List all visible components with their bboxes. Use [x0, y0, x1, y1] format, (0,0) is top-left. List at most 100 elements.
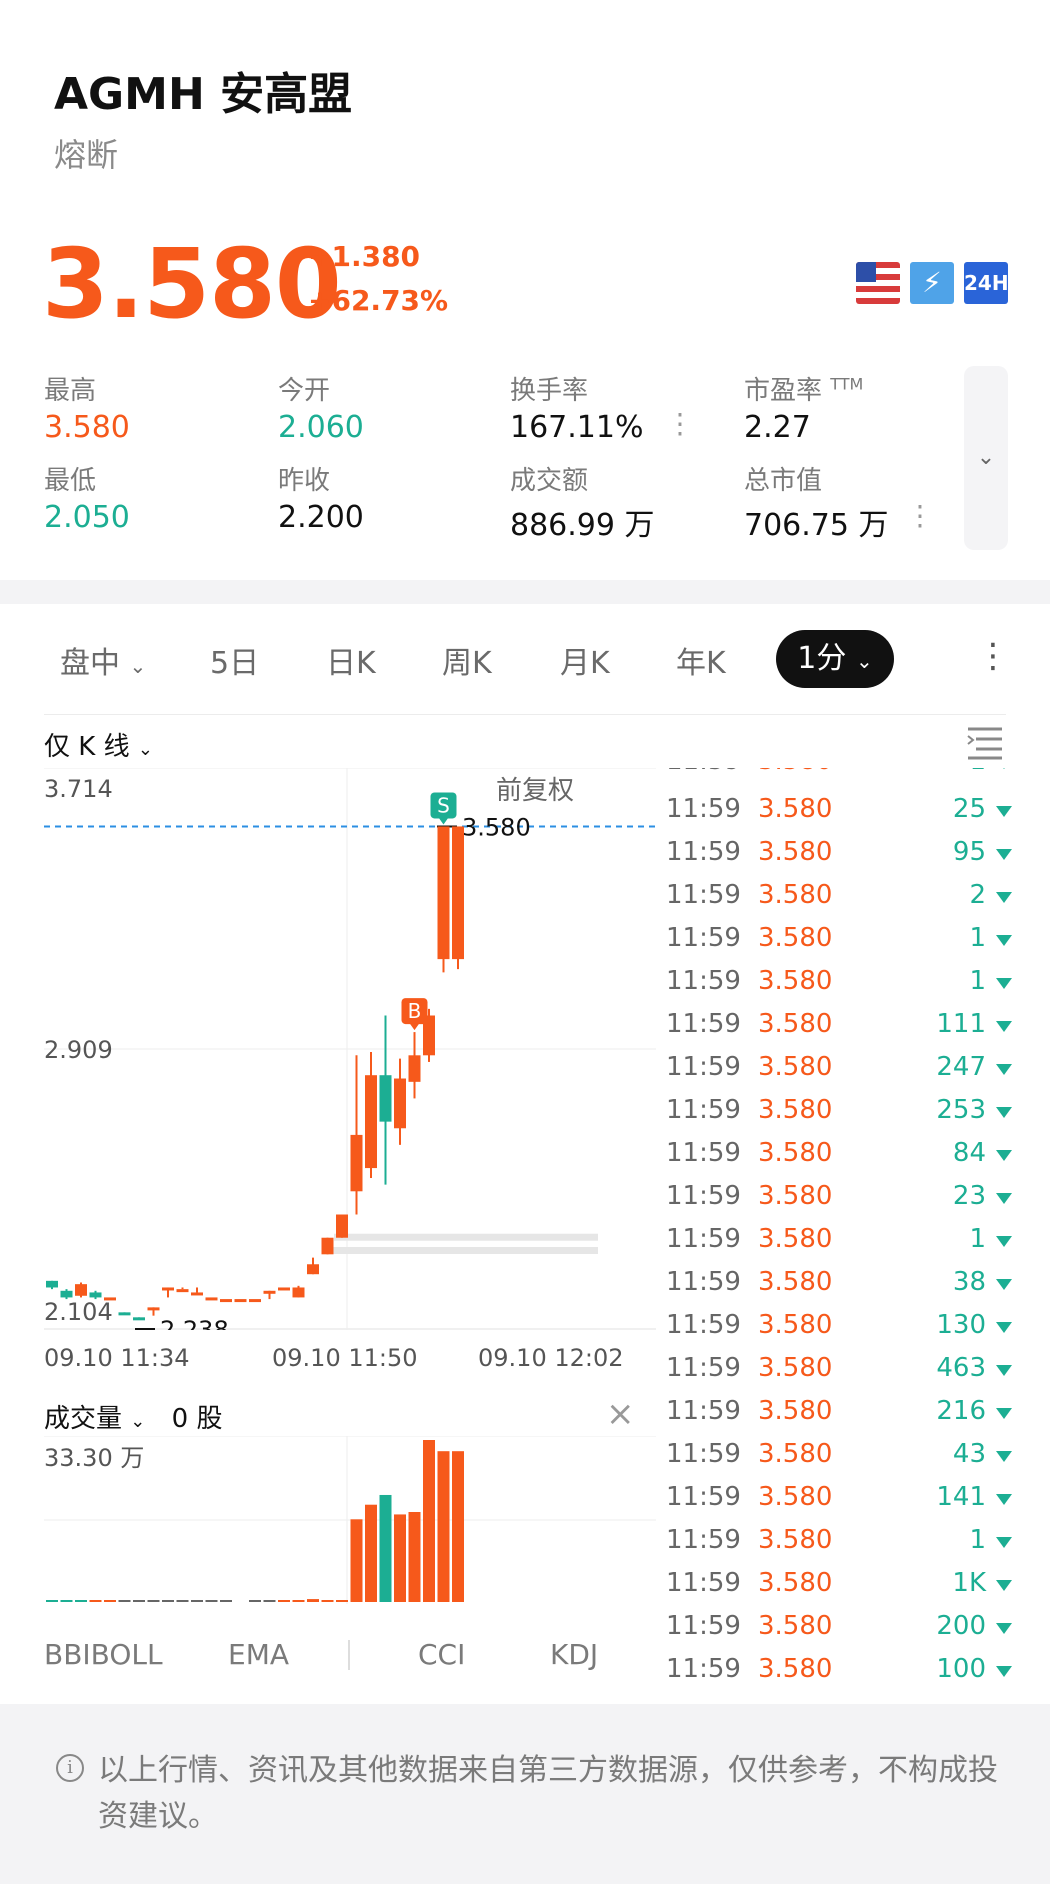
trade-volume: 95 [952, 837, 986, 867]
trade-time: 11:59 [666, 1654, 741, 1684]
x-tick-label: 09.10 11:34 [44, 1344, 190, 1372]
candle [263, 1290, 276, 1300]
indicator-ema[interactable]: EMA [228, 1638, 289, 1671]
candle [234, 1299, 247, 1303]
trade-tape[interactable]: 11:593.580111:593.5802511:593.5809511:59… [666, 768, 1016, 1688]
lightning-icon[interactable]: ⚡ [910, 262, 954, 304]
trade-row: 11:59 3.580 111 [666, 1009, 1016, 1049]
trade-price: 3.580 [758, 1138, 833, 1168]
down-triangle-icon [996, 978, 1012, 989]
trade-price: 3.580 [758, 1482, 833, 1512]
stock-title: AGMH 安高盟 [54, 69, 353, 120]
indicator-kdj[interactable]: KDJ [550, 1638, 598, 1671]
tab-1-minute[interactable]: 1分 ⌄ [776, 630, 894, 688]
volume-bar [147, 1600, 160, 1602]
tab-week-k[interactable]: 周K [442, 638, 492, 682]
trade-price: 3.580 [758, 1052, 833, 1082]
candle [220, 1299, 232, 1303]
stat-value-amount: 886.99 万 [510, 508, 655, 543]
down-triangle-icon [996, 1494, 1012, 1505]
down-triangle-icon [996, 806, 1012, 817]
info-icon: i [56, 1754, 84, 1782]
more-options-icon[interactable]: ⋮ [976, 636, 1010, 676]
chart-type-label: 仅 K 线 [44, 732, 130, 762]
more-dots-icon[interactable]: ⋮ [906, 502, 934, 530]
tab-intraday[interactable]: 盘中 ⌄ [60, 638, 146, 682]
indicator-cci[interactable]: CCI [418, 1638, 465, 1671]
volume-bar [60, 1600, 73, 1602]
candle [292, 1285, 305, 1298]
divider [44, 714, 1006, 715]
volume-max-label: 33.30 万 [44, 1444, 144, 1472]
tab-month-k[interactable]: 月K [560, 638, 610, 682]
tab-5day[interactable]: 5日 [210, 638, 259, 682]
24h-trading-icon[interactable]: 24H [964, 262, 1009, 304]
trade-row: 11:59 3.580 2 [666, 880, 1016, 920]
down-triangle-icon [996, 849, 1012, 860]
indicator-divider [348, 1640, 350, 1670]
tab-year-k[interactable]: 年K [676, 638, 726, 682]
price-zone [324, 1246, 598, 1254]
stat-value-prev-close: 2.200 [278, 500, 364, 535]
volume-bar [220, 1600, 232, 1602]
down-triangle-icon [996, 1193, 1012, 1204]
trade-time: 11:59 [666, 923, 741, 953]
trade-time: 11:59 [666, 1396, 741, 1426]
stat-value-pe: 2.27 [744, 410, 811, 445]
trade-time: 11:59 [666, 837, 741, 867]
stat-value-turnover: 167.11% [510, 410, 644, 445]
more-dots-icon[interactable]: ⋮ [666, 410, 694, 438]
trade-volume: 1 [969, 966, 986, 996]
trade-row: 11:59 3.580 95 [666, 837, 1016, 877]
volume-bar [437, 1451, 450, 1602]
indicator-bbiboll[interactable]: BBIBOLL [44, 1638, 163, 1671]
close-icon[interactable]: × [606, 1394, 635, 1434]
trade-time: 11:59 [666, 1611, 741, 1641]
volume-title: 成交量 [44, 1404, 123, 1434]
trade-volume: 141 [936, 1482, 986, 1512]
trade-row: 11:59 3.580 100 [666, 1654, 1016, 1688]
price-zone [334, 1233, 598, 1241]
chevron-down-icon: ⌄ [855, 649, 873, 673]
candle [379, 1015, 392, 1185]
trade-row: 11:59 3.580 216 [666, 1396, 1016, 1436]
expand-stats-button[interactable]: ⌄ [964, 366, 1008, 550]
trade-time: 11:59 [666, 1224, 741, 1254]
trade-time: 11:59 [666, 1138, 741, 1168]
adjustment-label: 前复权 [496, 776, 574, 806]
trade-row: 11:59 3.580 84 [666, 1138, 1016, 1178]
trade-list-icon[interactable] [966, 726, 1004, 760]
volume-bar [46, 1600, 58, 1602]
trading-status: 熔断 [54, 136, 119, 174]
volume-bar [104, 1600, 116, 1602]
down-triangle-icon [996, 1236, 1012, 1247]
volume-bar [365, 1504, 377, 1602]
tab-day-k[interactable]: 日K [326, 638, 376, 682]
volume-bar [321, 1600, 334, 1602]
volume-value: 0 股 [171, 1404, 223, 1434]
chart-type-selector[interactable]: 仅 K 线 ⌄ [44, 726, 153, 763]
stat-label-market-cap: 总市值 [744, 466, 823, 496]
volume-bar [350, 1519, 363, 1602]
candlestick-chart[interactable]: 3.580 2.238 B S 3.714 2.909 2.104 前复权 [44, 768, 656, 1330]
stat-label-turnover: 换手率 [510, 376, 589, 406]
trade-time: 11:59 [666, 966, 741, 996]
volume-bar [278, 1600, 290, 1602]
trade-volume: 216 [936, 1396, 986, 1426]
volume-bar [379, 1494, 392, 1602]
down-triangle-icon [996, 1107, 1012, 1118]
candle [365, 1051, 377, 1179]
volume-header[interactable]: 成交量 ⌄ 0 股 [44, 1398, 222, 1435]
down-triangle-icon [996, 1150, 1012, 1161]
volume-bar [408, 1512, 421, 1602]
stat-label-amount: 成交额 [510, 466, 589, 496]
sell-marker[interactable]: S [430, 792, 457, 825]
tab-intraday-label: 盘中 [60, 646, 120, 681]
trade-row: 11:59 3.580 1 [666, 966, 1016, 1006]
trade-time: 11:59 [666, 1095, 741, 1125]
trade-price: 3.580 [758, 794, 833, 824]
trade-volume: 1 [969, 923, 986, 953]
stat-label-pe: 市盈率 TTM [744, 370, 863, 407]
chevron-down-icon: ⌄ [976, 445, 996, 470]
trade-row: 11:59 3.580 38 [666, 1267, 1016, 1307]
